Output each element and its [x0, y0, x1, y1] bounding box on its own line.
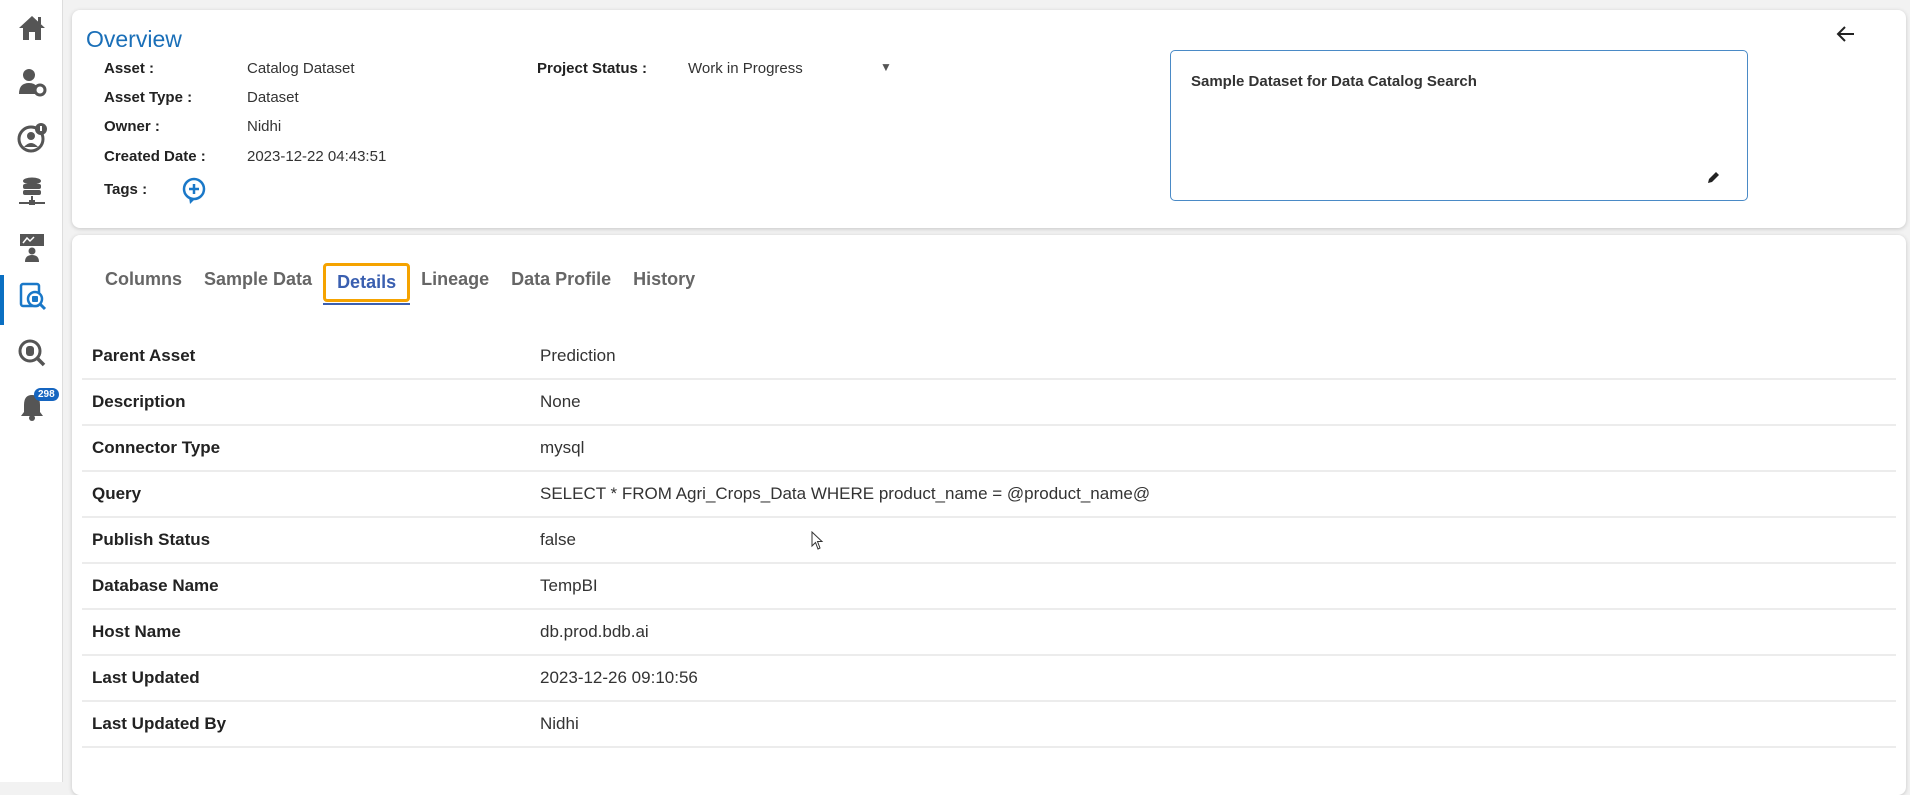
tab-history[interactable]: History	[622, 263, 706, 302]
table-row: Description None	[82, 380, 1896, 426]
project-status-label: Project Status :	[537, 60, 648, 77]
detail-value: false	[540, 530, 576, 549]
sidebar-item-user-settings[interactable]	[0, 60, 63, 104]
details-table: Parent Asset Prediction Description None C…	[82, 334, 1896, 748]
data-search-icon	[18, 339, 45, 367]
project-status-dropdown[interactable]: Work in Progress ▼	[688, 56, 898, 80]
notification-count-badge: 298	[34, 388, 59, 401]
detail-key: Last Updated By	[92, 714, 227, 733]
tab-lineage[interactable]: Lineage	[410, 263, 500, 302]
edit-pencil-icon[interactable]	[1705, 170, 1721, 186]
table-row: Last Updated By Nidhi	[82, 702, 1896, 748]
tab-details[interactable]: Details	[323, 263, 411, 305]
detail-value: Prediction	[540, 346, 616, 365]
sidebar-item-data-search[interactable]	[0, 332, 63, 376]
detail-value: 2023-12-26 09:10:56	[540, 668, 698, 687]
detail-key: Description	[92, 392, 186, 411]
table-row: Publish Status false	[82, 518, 1896, 564]
detail-value: SELECT * FROM Agri_Crops_Data WHERE prod…	[540, 484, 1151, 503]
page-title: Overview	[86, 26, 182, 52]
chevron-down-icon: ▼	[880, 60, 892, 74]
mouse-cursor-icon	[811, 531, 824, 550]
asset-label: Asset :	[104, 60, 155, 77]
database-network-icon	[18, 177, 45, 205]
tab-columns[interactable]: Columns	[94, 263, 193, 302]
detail-key: Database Name	[92, 576, 219, 595]
details-card: Columns Sample Data Details Lineage Data…	[72, 235, 1906, 795]
project-status-value: Work in Progress	[688, 60, 803, 77]
detail-value: db.prod.bdb.ai	[540, 622, 649, 641]
description-text: Sample Dataset for Data Catalog Search	[1191, 73, 1477, 90]
dashboard-presenter-icon	[19, 234, 44, 262]
detail-value: None	[540, 392, 581, 411]
asset-type-value: Dataset	[247, 89, 299, 106]
add-tag-icon[interactable]	[181, 177, 207, 207]
asset-value: Catalog Dataset	[247, 60, 355, 77]
detail-value: TempBI	[540, 576, 598, 595]
detail-key: Connector Type	[92, 438, 221, 457]
created-date-value: 2023-12-22 04:43:51	[247, 148, 387, 165]
tab-bar: Columns Sample Data Details Lineage Data…	[94, 263, 706, 305]
detail-key: Host Name	[92, 622, 181, 641]
sidebar-item-database[interactable]	[0, 170, 63, 214]
created-date-label: Created Date :	[104, 148, 206, 165]
sidebar-item-dashboard[interactable]	[0, 226, 63, 270]
table-row: Parent Asset Prediction	[82, 334, 1896, 380]
back-arrow-icon[interactable]	[1834, 22, 1858, 46]
sidebar: 298	[0, 0, 63, 782]
table-row: Last Updated 2023-12-26 09:10:56	[82, 656, 1896, 702]
description-box[interactable]: Sample Dataset for Data Catalog Search	[1170, 50, 1748, 201]
asset-type-label: Asset Type :	[104, 89, 193, 106]
tab-sample-data[interactable]: Sample Data	[193, 263, 323, 302]
table-row: Connector Type mysql	[82, 426, 1896, 472]
home-icon	[18, 16, 45, 40]
detail-key: Query	[92, 484, 142, 503]
sidebar-item-home[interactable]	[0, 6, 63, 50]
detail-key: Last Updated	[92, 668, 200, 687]
user-alert-icon	[17, 123, 47, 153]
table-row: Query SELECT * FROM Agri_Crops_Data WHERE…	[82, 472, 1896, 518]
user-settings-icon	[18, 69, 46, 97]
data-catalog-icon	[19, 282, 46, 311]
detail-value: mysql	[540, 438, 585, 457]
tab-data-profile[interactable]: Data Profile	[500, 263, 622, 302]
detail-key: Parent Asset	[92, 346, 196, 365]
table-row: Database Name TempBI	[82, 564, 1896, 610]
detail-key: Publish Status	[92, 530, 211, 549]
tags-label: Tags :	[104, 181, 148, 198]
table-row: Host Name db.prod.bdb.ai	[82, 610, 1896, 656]
detail-value: Nidhi	[540, 714, 579, 733]
owner-value: Nidhi	[247, 118, 282, 135]
owner-label: Owner :	[104, 118, 160, 135]
overview-card: Overview Asset : Catalog Dataset Asset T…	[72, 10, 1906, 228]
sidebar-item-notifications[interactable]: 298	[0, 384, 63, 428]
sidebar-item-data-catalog[interactable]	[0, 275, 63, 325]
sidebar-item-user-alert[interactable]	[0, 116, 63, 160]
